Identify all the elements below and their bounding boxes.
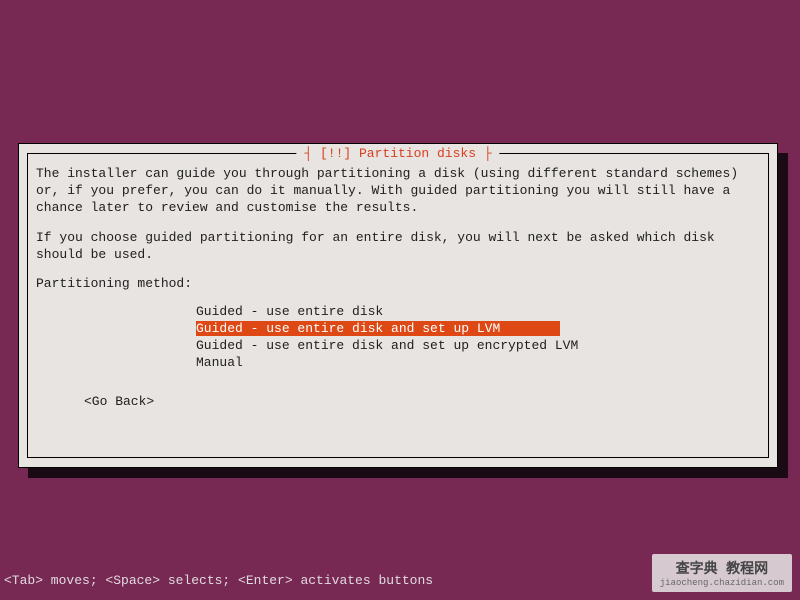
dialog-box: ┤ [!!] Partition disks ├ The installer c…	[18, 143, 778, 468]
option-guided-encrypted-lvm[interactable]: Guided - use entire disk and set up encr…	[196, 338, 760, 355]
option-label: Guided - use entire disk and set up LVM	[196, 321, 560, 336]
option-manual[interactable]: Manual	[196, 355, 760, 372]
watermark-main: 查字典 教程网	[660, 558, 784, 578]
watermark-sub: jiaocheng.chazidian.com	[660, 578, 784, 588]
partitioning-options-list: Guided - use entire disk Guided - use en…	[196, 304, 760, 372]
description-paragraph-2: If you choose guided partitioning for an…	[36, 230, 760, 264]
dialog-title-text: [!!] Partition disks	[320, 146, 476, 161]
option-label: Guided - use entire disk	[196, 304, 383, 319]
option-guided-entire-disk[interactable]: Guided - use entire disk	[196, 304, 760, 321]
description-paragraph-1: The installer can guide you through part…	[36, 166, 760, 217]
title-decoration-left: ┤	[304, 146, 312, 161]
watermark: 查字典 教程网 jiaocheng.chazidian.com	[652, 554, 792, 592]
option-label: Guided - use entire disk and set up encr…	[196, 338, 578, 353]
partitioning-method-prompt: Partitioning method:	[36, 276, 760, 291]
go-back-button[interactable]: <Go Back>	[84, 394, 760, 409]
option-label: Manual	[196, 355, 243, 370]
option-guided-lvm[interactable]: Guided - use entire disk and set up LVM	[196, 321, 760, 338]
dialog-title: ┤ [!!] Partition disks ├	[296, 146, 499, 161]
dialog-inner: ┤ [!!] Partition disks ├ The installer c…	[27, 153, 769, 458]
footer-hint: <Tab> moves; <Space> selects; <Enter> ac…	[4, 573, 433, 588]
title-decoration-right: ├	[484, 146, 492, 161]
